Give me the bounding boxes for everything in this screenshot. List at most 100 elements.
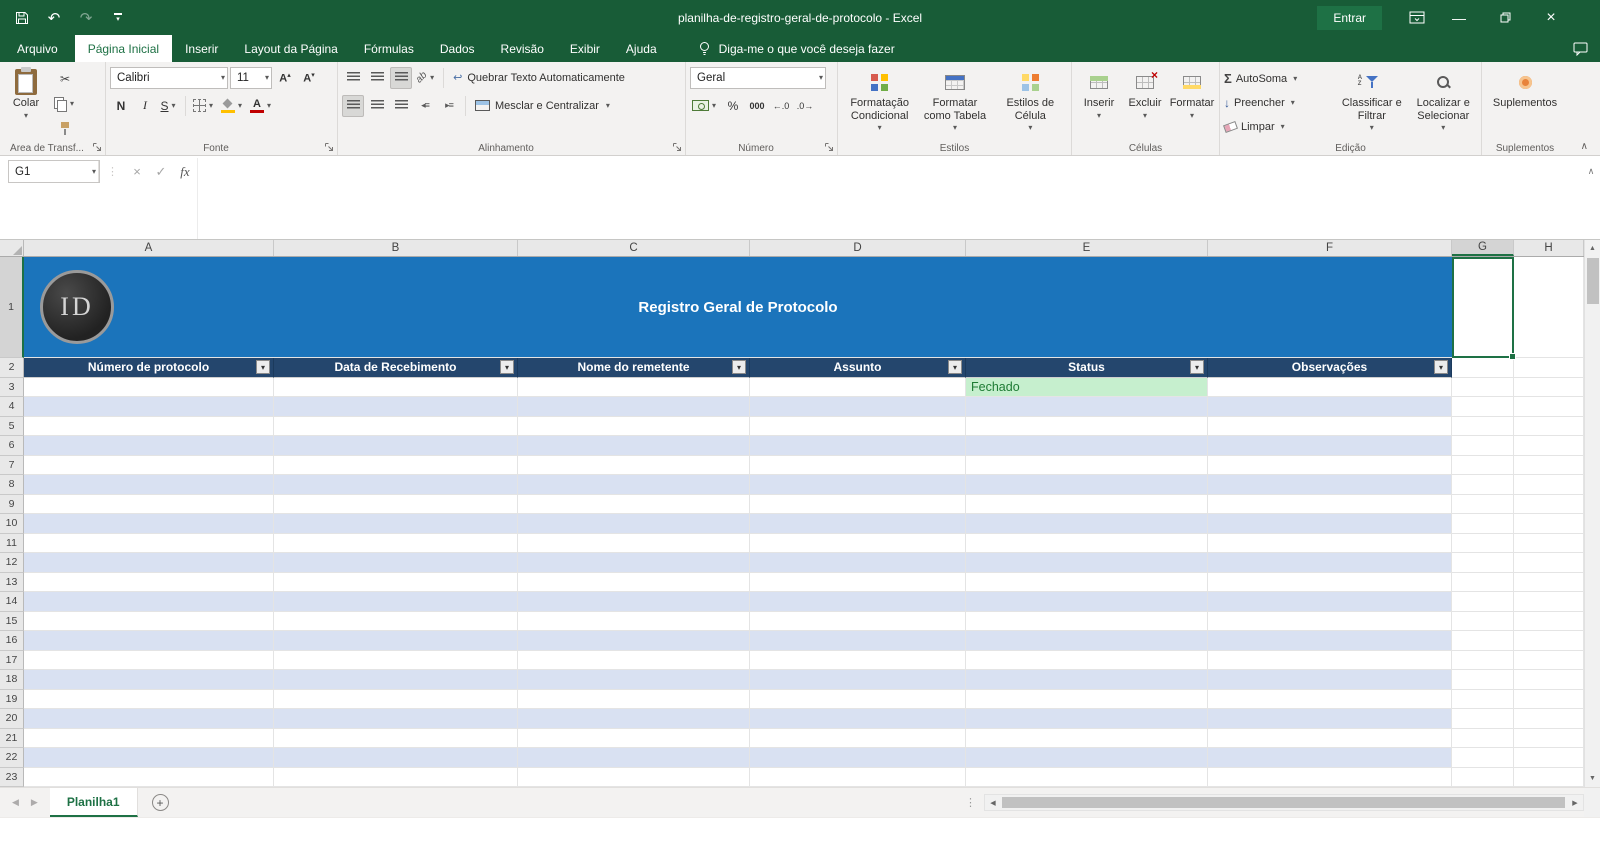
cell-B16[interactable] [274,631,518,651]
cell-D7[interactable] [750,455,966,475]
percent-style-button[interactable]: % [722,95,744,117]
cell-H13[interactable] [1514,572,1584,592]
row-header-8[interactable]: 8 [0,475,24,495]
number-format-select[interactable]: Geral ▾ [690,66,826,89]
cell-D14[interactable] [750,592,966,612]
column-header-E[interactable]: E [966,240,1208,256]
row-header-12[interactable]: 12 [0,553,24,573]
cell-E17[interactable] [966,650,1208,670]
cell-E23[interactable] [966,767,1208,787]
cell-B21[interactable] [274,728,518,748]
cell-D3[interactable] [750,377,966,397]
cell-C13[interactable] [518,572,750,592]
column-header-H[interactable]: H [1514,240,1584,256]
fill-color-button[interactable]: ▾ [219,95,246,117]
cell-A14[interactable] [24,592,274,612]
cell-A4[interactable] [24,397,274,417]
cell-D12[interactable] [750,553,966,573]
row-header-14[interactable]: 14 [0,592,24,612]
sheet-tab-planilha1[interactable]: Planilha1 [49,788,138,817]
cell-F4[interactable] [1208,397,1452,417]
cell-B8[interactable] [274,475,518,495]
name-box[interactable]: G1 ▾ [8,160,100,183]
cell-G6[interactable] [1452,436,1514,456]
cell-F6[interactable] [1208,436,1452,456]
cell-D20[interactable] [750,709,966,729]
borders-button[interactable]: ▾ [191,95,217,117]
increase-decimal-button[interactable]: ←.0 [770,95,792,117]
table-header-A2[interactable]: Número de protocolo ▾ [24,358,274,378]
splitter-handle[interactable]: ⋮ [957,796,984,809]
cell-F13[interactable] [1208,572,1452,592]
cell-C21[interactable] [518,728,750,748]
merge-center-button[interactable]: Mesclar e Centralizar ▾ [471,95,616,117]
collapse-ribbon-button[interactable]: ∧ [1581,141,1588,152]
filter-button[interactable]: ▾ [500,360,514,375]
copy-button[interactable]: ▾ [52,93,78,115]
cell-H15[interactable] [1514,611,1584,631]
cell-D18[interactable] [750,670,966,690]
find-select-button[interactable]: Localizar e Selecionar ▾ [1409,66,1478,137]
maximize-button[interactable] [1482,0,1528,35]
formula-input[interactable] [197,158,1582,239]
cell-B4[interactable] [274,397,518,417]
accounting-format-button[interactable]: ▾ [690,95,720,117]
decrease-indent-button[interactable]: ◂≡ [414,95,436,117]
cell-H3[interactable] [1514,377,1584,397]
ribbon-display-options-button[interactable] [1398,0,1436,35]
italic-button[interactable]: I [134,95,156,117]
cell-D10[interactable] [750,514,966,534]
cell-F12[interactable] [1208,553,1452,573]
cell-G15[interactable] [1452,611,1514,631]
row-header-9[interactable]: 9 [0,494,24,514]
formula-bar-handle[interactable]: ⋮ [100,165,125,178]
add-sheet-button[interactable]: + [151,794,169,811]
format-painter-button[interactable] [52,118,78,140]
scroll-right-icon[interactable]: ▶ [1567,795,1583,810]
row-header-15[interactable]: 15 [0,611,24,631]
align-right-button[interactable] [390,95,412,117]
comma-style-button[interactable]: 000 [746,95,768,117]
cell-F22[interactable] [1208,748,1452,768]
cell-E22[interactable] [966,748,1208,768]
cell-C10[interactable] [518,514,750,534]
row-header-4[interactable]: 4 [0,397,24,417]
filter-button[interactable]: ▾ [732,360,746,375]
table-header-C2[interactable]: Nome do remetente ▾ [518,358,750,378]
cell-H4[interactable] [1514,397,1584,417]
close-button[interactable]: × [1528,0,1574,35]
cell-C6[interactable] [518,436,750,456]
align-left-button[interactable] [342,94,364,117]
row-header-7[interactable]: 7 [0,455,24,475]
cell-E10[interactable] [966,514,1208,534]
cell-F21[interactable] [1208,728,1452,748]
fill-button[interactable]: ↓ Preencher ▾ [1224,92,1335,113]
cell-A16[interactable] [24,631,274,651]
cell-G8[interactable] [1452,475,1514,495]
number-dialog-launcher[interactable] [824,142,834,152]
cell-B23[interactable] [274,767,518,787]
column-header-F[interactable]: F [1208,240,1452,256]
align-center-button[interactable] [366,95,388,117]
row-header-23[interactable]: 23 [0,767,24,787]
row-header-13[interactable]: 13 [0,572,24,592]
row-header-17[interactable]: 17 [0,650,24,670]
table-header-B2[interactable]: Data de Recebimento ▾ [274,358,518,378]
filter-button[interactable]: ▾ [948,360,962,375]
cell-E12[interactable] [966,553,1208,573]
row-header-19[interactable]: 19 [0,689,24,709]
row-header-3[interactable]: 3 [0,377,24,397]
cell-H2[interactable] [1514,358,1584,378]
align-top-button[interactable] [342,67,364,89]
tell-me-box[interactable]: Diga-me o que você deseja fazer [698,35,895,62]
cell-C5[interactable] [518,416,750,436]
cell-F5[interactable] [1208,416,1452,436]
row-header-22[interactable]: 22 [0,748,24,768]
insert-function-button[interactable]: fx [173,160,197,183]
cell-A11[interactable] [24,533,274,553]
cut-button[interactable]: ✂ [52,68,78,90]
cell-H12[interactable] [1514,553,1584,573]
cell-H10[interactable] [1514,514,1584,534]
tab-inserir[interactable]: Inserir [172,35,231,62]
cell-H20[interactable] [1514,709,1584,729]
